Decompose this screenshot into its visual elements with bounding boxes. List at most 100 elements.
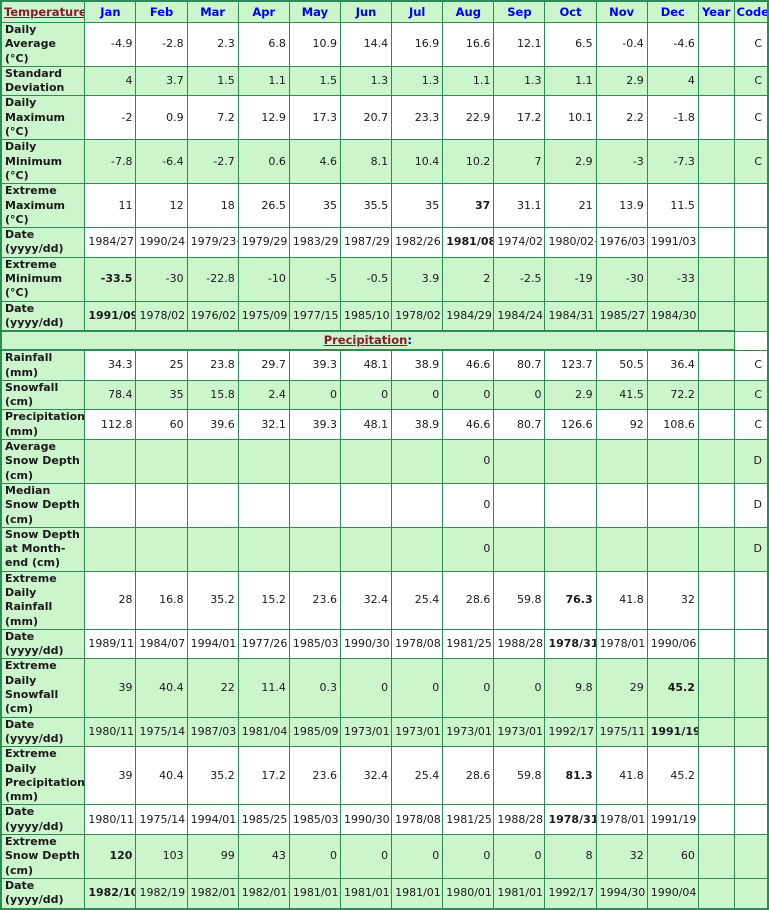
cell-code	[733, 628, 769, 660]
cell-year	[697, 834, 735, 879]
cell-sep: 1981/01+	[493, 877, 546, 910]
row-label: Extreme Minimum (°C)	[0, 256, 86, 302]
cell-dec: -7.3	[646, 139, 699, 185]
table-row: Snow Depth at Month-end (cm) 0 D	[0, 526, 769, 572]
column-header-apr: Apr	[237, 0, 290, 23]
cell-jun: 8.1	[339, 139, 393, 185]
cell-feb	[135, 439, 188, 484]
cell-jul: 25.4	[391, 746, 444, 806]
cell-feb	[135, 482, 188, 528]
table-row: Daily Maximum (°C) -2 0.9 7.2 12.9 17.3 20.7 23…	[0, 95, 769, 141]
cell-mar	[186, 526, 239, 572]
cell-oct: 6.5	[544, 22, 597, 67]
cell-jul: 1978/08	[391, 804, 444, 836]
cell-nov: 2.2	[595, 95, 648, 141]
section-title-text: Precipitation	[323, 333, 408, 348]
cell-mar: 2.3	[186, 22, 239, 67]
cell-jul: 25.4	[391, 570, 444, 630]
cell-jul: 3.9	[391, 256, 444, 302]
cell-feb: 60	[135, 409, 188, 441]
cell-jul: 0	[391, 834, 444, 879]
cell-sep: -2.5	[493, 256, 546, 302]
cell-feb: -30	[135, 256, 188, 302]
column-header-aug: Aug	[442, 0, 495, 23]
cell-jul: 1978/02	[391, 300, 444, 332]
cell-code	[733, 877, 769, 910]
cell-dec: 45.2	[646, 746, 699, 806]
cell-code	[733, 804, 769, 836]
table-row: Daily Average (°C) -4.9 -2.8 2.3 6.8 10.9 14.4…	[0, 22, 769, 67]
cell-jan: -7.8	[84, 139, 137, 185]
cell-sep: 7	[493, 139, 546, 185]
cell-year	[697, 658, 735, 718]
cell-jan: 1980/11	[84, 804, 137, 836]
row-label: Precipitation (mm)	[0, 409, 86, 441]
cell-sep: 1.3	[493, 65, 546, 97]
cell-nov	[595, 526, 648, 572]
cell-sep: 0	[493, 658, 546, 718]
cell-year	[697, 526, 735, 572]
cell-nov: 1978/01	[595, 804, 648, 836]
cell-aug: 0	[442, 379, 495, 411]
cell-jan: -2	[84, 95, 137, 141]
cell-code: C	[733, 65, 769, 97]
cell-jul: 38.9	[391, 349, 444, 381]
row-label: Snow Depth at Month-end (cm)	[0, 526, 86, 572]
cell-nov: 50.5	[595, 349, 648, 381]
table-row: Date (yyyy/dd) 1991/09 1978/02 1976/02 1975/…	[0, 300, 769, 332]
table-row: Extreme Snow Depth (cm) 120 103 99 43 0 0 0 0 0 8 3…	[0, 834, 769, 879]
cell-mar: -2.7	[186, 139, 239, 185]
row-label: Date (yyyy/dd)	[0, 804, 86, 836]
cell-oct: 126.6	[544, 409, 597, 441]
climate-data-table: Temperature:JanFebMarAprMayJunJulAugSepO…	[0, 0, 769, 910]
cell-jul: 38.9	[391, 409, 444, 441]
cell-jan: 120	[84, 834, 137, 879]
cell-may: 1985/03	[288, 804, 341, 836]
table-body: Temperature:JanFebMarAprMayJunJulAugSepO…	[0, 0, 769, 910]
cell-nov	[595, 439, 648, 484]
cell-jan: 112.8	[84, 409, 137, 441]
cell-aug: 22.9	[442, 95, 495, 141]
cell-feb: 1975/14	[135, 804, 188, 836]
cell-dec: 1991/19	[646, 804, 699, 836]
cell-jul	[391, 439, 444, 484]
table-row: Daily Minimum (°C) -7.8 -6.4 -2.7 0.6 4.6 8.1 1…	[0, 139, 769, 185]
cell-sep	[493, 526, 546, 572]
cell-jun: 1.3	[339, 65, 393, 97]
cell-feb: 40.4	[135, 746, 188, 806]
table-row: Median Snow Depth (cm) 0 D	[0, 482, 769, 528]
cell-may: 1983/29	[288, 227, 341, 258]
cell-oct: 10.1	[544, 95, 597, 141]
cell-apr: 17.2	[237, 746, 290, 806]
cell-may: 1985/03	[288, 628, 341, 660]
cell-oct: 1980/02+	[544, 227, 597, 258]
cell-year	[697, 22, 735, 67]
cell-nov: 32	[595, 834, 648, 879]
cell-apr: 26.5	[237, 183, 290, 229]
cell-dec: 4	[646, 65, 699, 97]
cell-code	[733, 746, 769, 806]
cell-mar: 1.5	[186, 65, 239, 97]
cell-nov: 1975/11	[595, 716, 648, 748]
cell-year	[697, 256, 735, 302]
cell-code	[733, 570, 769, 630]
cell-feb: 25	[135, 349, 188, 381]
cell-jun: -0.5	[339, 256, 393, 302]
cell-mar: 15.8	[186, 379, 239, 411]
row-label: Date (yyyy/dd)	[0, 227, 86, 258]
cell-apr: 1977/26	[237, 628, 290, 660]
cell-code	[733, 716, 769, 748]
cell-feb: 35	[135, 379, 188, 411]
cell-code	[733, 658, 769, 718]
cell-apr: 1985/25	[237, 804, 290, 836]
cell-jun: 0	[339, 834, 393, 879]
cell-nov: 41.8	[595, 746, 648, 806]
cell-oct: 76.3	[544, 570, 597, 630]
cell-year	[697, 877, 735, 910]
column-header-may: May	[288, 0, 341, 23]
column-header-mar: Mar	[186, 0, 239, 23]
cell-oct	[544, 439, 597, 484]
cell-code: C	[733, 379, 769, 411]
cell-nov	[595, 482, 648, 528]
cell-may: 35	[288, 183, 341, 229]
